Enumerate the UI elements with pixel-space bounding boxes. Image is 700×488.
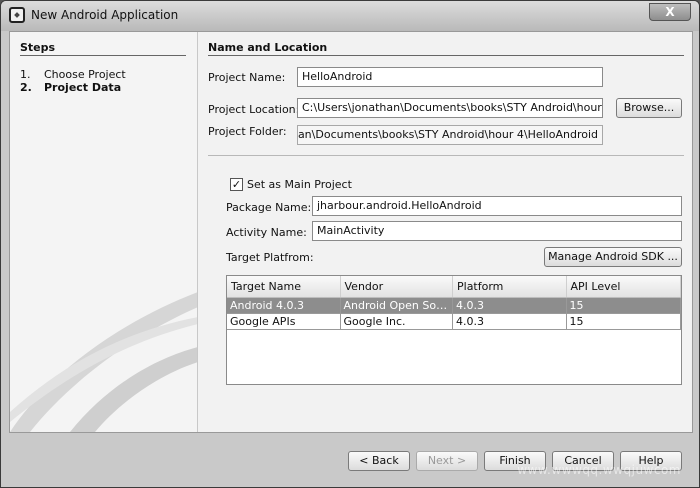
project-location-label: Project Location: — [208, 103, 300, 116]
column-header-api-level[interactable]: API Level — [567, 276, 681, 297]
dialog-content: Steps 1. Choose Project 2. Project Data Na… — [9, 31, 693, 433]
target-table: Target Name Vendor Platform API Level An… — [226, 275, 682, 385]
browse-button[interactable]: Browse... — [616, 98, 682, 118]
manage-android-sdk-button[interactable]: Manage Android SDK ... — [544, 247, 682, 267]
cell-platform: 4.0.3 — [453, 314, 567, 330]
cell-platform: 4.0.3 — [453, 298, 567, 314]
app-icon — [9, 7, 25, 23]
cell-target-name: Android 4.0.3 — [227, 298, 341, 314]
watermark: www.wwwqq.wwqjuwcom — [517, 463, 681, 477]
step-choose-project: 1. Choose Project — [20, 68, 126, 81]
step-number: 2. — [20, 81, 32, 94]
column-header-target-name[interactable]: Target Name — [227, 276, 341, 297]
title-bar[interactable]: New Android Application X — [1, 1, 699, 31]
section-divider — [208, 55, 684, 56]
cell-api-level: 15 — [566, 314, 681, 330]
next-button[interactable]: Next > — [416, 451, 478, 471]
set-main-project-checkbox[interactable]: ✓ — [230, 178, 243, 191]
step-number: 1. — [20, 68, 31, 81]
set-main-project-label: Set as Main Project — [247, 178, 352, 191]
table-row[interactable]: Google APIs Google Inc. 4.0.3 15 — [227, 314, 681, 330]
activity-name-label: Activity Name: — [226, 226, 307, 239]
check-icon: ✓ — [231, 178, 242, 191]
package-name-label: Package Name: — [226, 201, 312, 214]
column-header-vendor[interactable]: Vendor — [341, 276, 453, 297]
steps-heading: Steps — [20, 41, 56, 54]
step-label: Choose Project — [44, 68, 126, 81]
cell-api-level: 15 — [566, 298, 681, 314]
close-button[interactable]: X — [649, 3, 691, 21]
step-project-data: 2. Project Data — [20, 81, 121, 94]
project-folder-value: sers\jonathan\Documents\books\STY Androi… — [297, 128, 598, 141]
swoosh-decoration — [10, 292, 197, 432]
target-platform-label: Target Platfrom: — [226, 251, 314, 264]
main-panel: Name and Location Project Name: HelloAnd… — [200, 32, 692, 432]
table-row[interactable]: Android 4.0.3 Android Open Source... 4.0… — [227, 298, 681, 314]
cell-target-name: Google APIs — [227, 314, 341, 330]
table-header: Target Name Vendor Platform API Level — [227, 276, 681, 298]
section-heading: Name and Location — [208, 41, 328, 54]
project-name-label: Project Name: — [208, 71, 286, 84]
activity-name-field[interactable]: MainActivity — [312, 221, 682, 241]
dialog-window: New Android Application X Steps 1. Choose… — [0, 0, 700, 488]
steps-panel: Steps 1. Choose Project 2. Project Data — [10, 32, 198, 432]
form-divider — [208, 155, 684, 156]
back-button[interactable]: < Back — [348, 451, 410, 471]
step-label: Project Data — [44, 81, 122, 94]
button-bar: < Back Next > Finish Cancel Help www.www… — [1, 433, 699, 487]
project-folder-field: sers\jonathan\Documents\books\STY Androi… — [297, 125, 603, 145]
project-location-field[interactable]: C:\Users\jonathan\Documents\books\STY An… — [297, 98, 603, 118]
cell-vendor: Android Open Source... — [340, 298, 453, 314]
project-folder-label: Project Folder: — [208, 125, 287, 138]
steps-divider — [20, 55, 186, 56]
column-header-platform[interactable]: Platform — [453, 276, 567, 297]
project-name-field[interactable]: HelloAndroid — [297, 67, 603, 87]
package-name-field[interactable]: jharbour.android.HelloAndroid — [312, 196, 682, 216]
close-icon: X — [665, 5, 675, 19]
window-title: New Android Application — [31, 8, 179, 22]
cell-vendor: Google Inc. — [340, 314, 453, 330]
